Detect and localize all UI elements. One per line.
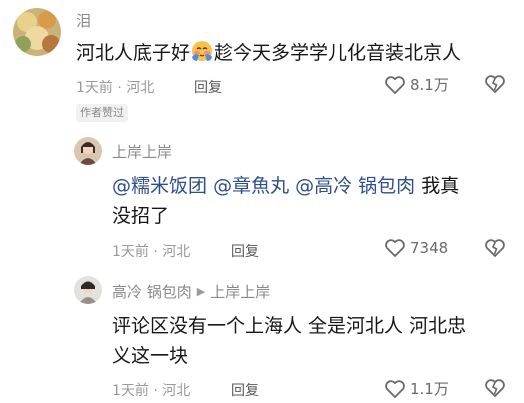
timestamp: 1天前	[76, 80, 113, 96]
comment-author[interactable]: 上岸上岸	[112, 141, 172, 162]
heart-outline-icon	[384, 238, 406, 258]
like-button[interactable]: 8.1万	[384, 74, 449, 95]
comment-text-line2: 没招了	[112, 205, 170, 227]
location: 河北	[162, 244, 191, 260]
like-count: 7348	[410, 239, 449, 257]
like-count: 1.1万	[410, 380, 449, 398]
mention-link[interactable]: @糯米饭团	[112, 175, 207, 197]
like-count: 8.1万	[410, 76, 449, 94]
mention-link[interactable]: @高冷 锅包肉	[295, 175, 415, 197]
timestamp: 1天前	[112, 383, 149, 399]
separator-dot: ·	[117, 80, 122, 96]
reply-to-author[interactable]: 上岸上岸	[210, 281, 270, 302]
timestamp: 1天前	[112, 244, 149, 260]
avatar[interactable]	[74, 276, 102, 304]
author-liked-badge: 作者赞过	[76, 104, 128, 122]
reply-button[interactable]: 回复	[194, 77, 222, 97]
mention-link[interactable]: @章魚丸	[213, 175, 289, 197]
location: 河北	[126, 80, 155, 96]
separator-dot: ·	[153, 383, 158, 399]
comment-text-part: 我真	[421, 175, 460, 197]
comment-author-line: 高冷 锅包肉 ▶ 上岸上岸	[112, 281, 270, 302]
reply-button[interactable]: 回复	[231, 380, 259, 400]
comment-text-line2: 义这一块	[112, 345, 189, 367]
comment-text: 评论区没有一个上海人 全是河北人 河北忠	[112, 315, 467, 337]
avatar-person-image	[74, 137, 102, 165]
comment-meta: 1天前 · 河北	[112, 241, 190, 261]
comment-text: @糯米饭团 @章魚丸 @高冷 锅包肉 我真	[112, 171, 459, 201]
blushing-face-emoji-icon	[190, 39, 214, 63]
separator-dot: ·	[153, 244, 158, 260]
broken-heart-icon	[484, 238, 506, 258]
like-button[interactable]: 1.1万	[384, 378, 449, 399]
caret-right-icon: ▶	[196, 285, 206, 298]
comment-meta: 1天前 · 河北	[76, 77, 154, 97]
avatar-person-image	[74, 276, 102, 304]
like-button[interactable]: 7348	[384, 238, 448, 258]
dislike-button[interactable]	[484, 378, 506, 398]
reply-button[interactable]: 回复	[231, 241, 259, 261]
dislike-button[interactable]	[484, 238, 506, 258]
dislike-button[interactable]	[484, 74, 506, 94]
heart-outline-icon	[384, 379, 406, 399]
location: 河北	[162, 383, 191, 399]
comment-text: 河北人底子好 趁今天多学学儿化音装北京人	[76, 38, 461, 68]
comment-author[interactable]: 高冷 锅包肉	[112, 281, 192, 302]
avatar-flowers-image	[13, 8, 61, 56]
comment-text-part: 趁今天多学学儿化音装北京人	[214, 42, 462, 64]
avatar[interactable]	[13, 8, 61, 56]
comment-author[interactable]: 泪	[76, 10, 91, 31]
avatar[interactable]	[74, 137, 102, 165]
broken-heart-icon	[484, 378, 506, 398]
heart-outline-icon	[384, 75, 406, 95]
comment-meta: 1天前 · 河北	[112, 380, 190, 400]
comment-text-part: 河北人底子好	[76, 42, 191, 64]
broken-heart-icon	[484, 74, 506, 94]
